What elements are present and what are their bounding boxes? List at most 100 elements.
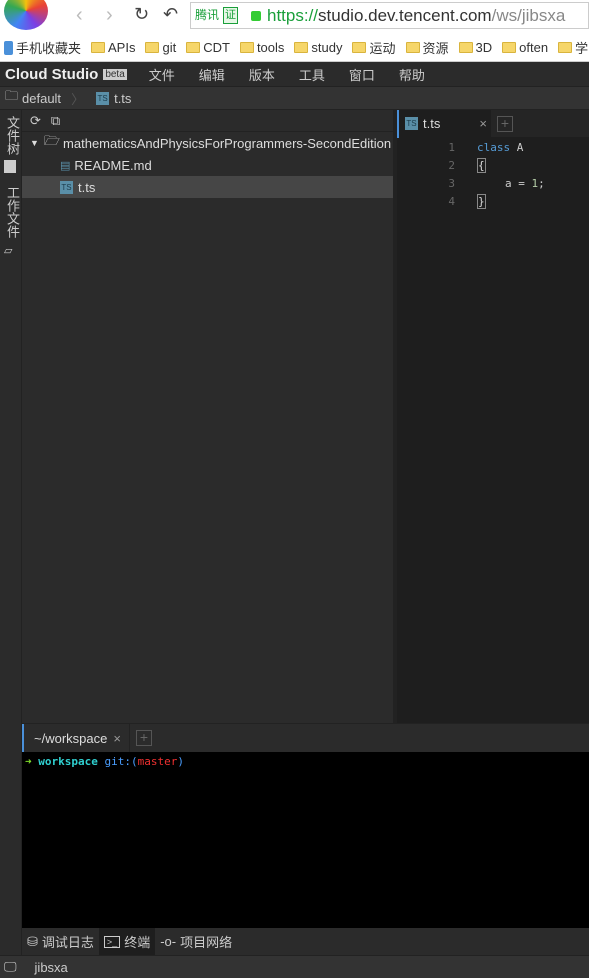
tencent-badge: 腾讯 — [195, 8, 220, 22]
folder-icon — [458, 42, 473, 53]
url-scheme: https:// — [267, 6, 319, 25]
menu-file[interactable]: 文件 — [149, 65, 175, 84]
menu-tools[interactable]: 工具 — [299, 65, 325, 84]
bookmark-item[interactable]: 手机收藏夹 — [4, 38, 81, 57]
breadcrumb-workspace[interactable]: default — [22, 91, 61, 106]
bottom-panel-tabs: ⛁ 调试日志 >_ 终端 -o- 项目网络 — [22, 928, 589, 955]
brace: } — [477, 194, 486, 209]
tab-debug-log[interactable]: ⛁ 调试日志 — [22, 928, 99, 955]
bookmark-label: 手机收藏夹 — [16, 41, 82, 56]
menu-help[interactable]: 帮助 — [399, 65, 425, 84]
keyword: class — [477, 141, 511, 154]
editor: TS t.ts × + 1 2 3 4 class A { a = 1; } — [397, 109, 589, 723]
url-path: /ws/jibsxa — [491, 6, 566, 25]
tab-label: 调试日志 — [41, 935, 94, 950]
bookmark-item[interactable]: 运动 — [352, 38, 396, 57]
bookmark-item[interactable]: 学 — [558, 38, 588, 57]
prompt-git: git:( — [104, 755, 138, 768]
bookmark-item[interactable]: 3D — [458, 38, 492, 57]
bookmark-label: APIs — [108, 40, 136, 55]
prompt-dir: workspace — [38, 755, 98, 768]
editor-tab[interactable]: TS t.ts × — [397, 109, 491, 138]
url-host: studio.dev.tencent.com — [318, 6, 492, 25]
lock-icon — [251, 11, 261, 21]
ts-file-icon: TS — [96, 91, 110, 105]
menu-window[interactable]: 窗口 — [349, 65, 375, 84]
line-number: 3 — [448, 177, 455, 190]
bookmark-label: 运动 — [369, 41, 396, 56]
bookmark-label: often — [519, 40, 549, 55]
working-files-icon: ▱ — [4, 245, 13, 257]
tab-label: 项目网络 — [180, 935, 233, 950]
tab-terminal[interactable]: >_ 终端 — [98, 928, 156, 955]
browser-chrome: ‹ › ↻ ↶ 腾讯 证 https://studio.dev.tencent.… — [0, 0, 589, 62]
bookmark-label: CDT — [203, 40, 230, 55]
bookmark-item[interactable]: git — [145, 38, 176, 57]
markdown-file-icon: ▤ — [60, 159, 71, 172]
folder-icon — [558, 42, 573, 53]
bookmarks-bar: 手机收藏夹 APIs git CDT tools study 运动 资源 3D often 学 — [4, 38, 588, 57]
tab-label: t.ts — [423, 116, 441, 131]
network-icon: -o- — [160, 934, 177, 949]
address-bar[interactable]: 腾讯 证 https://studio.dev.tencent.com/ws/j… — [190, 2, 589, 29]
forward-icon[interactable]: › — [106, 4, 113, 27]
new-tab-icon[interactable]: + — [497, 115, 513, 132]
prompt-git-close: ) — [177, 755, 184, 768]
line-number: 1 — [448, 141, 455, 154]
bookmark-item[interactable]: tools — [239, 38, 285, 57]
bookmark-label: tools — [256, 40, 285, 55]
folder-open-icon: 🗁 — [43, 133, 61, 148]
tree-file-readme[interactable]: ▤ README.md — [22, 154, 393, 176]
prompt-branch: master — [137, 755, 178, 768]
close-icon[interactable]: × — [113, 731, 121, 746]
new-terminal-icon[interactable]: + — [135, 730, 152, 746]
browser-logo — [4, 0, 48, 30]
line-number: 4 — [448, 195, 455, 208]
menu-version[interactable]: 版本 — [249, 65, 275, 84]
folder-icon — [352, 42, 367, 53]
bookmark-label: git — [162, 40, 177, 55]
menubar: Cloud Studio beta 文件 编辑 版本 工具 窗口 帮助 — [0, 63, 589, 87]
tab-project-network[interactable]: -o- 项目网络 — [155, 928, 237, 955]
menu-edit[interactable]: 编辑 — [199, 65, 225, 84]
bookmark-item[interactable]: often — [502, 38, 548, 57]
bookmark-item[interactable]: APIs — [91, 38, 135, 57]
file-name: README.md — [74, 157, 152, 173]
file-name: t.ts — [78, 179, 96, 195]
brace: { — [477, 158, 486, 173]
reload-icon[interactable]: ↻ — [134, 4, 149, 25]
terminal-tab[interactable]: ~/workspace × — [22, 723, 130, 753]
folder-icon — [145, 42, 160, 53]
brand: Cloud Studio — [5, 66, 99, 83]
ts-file-icon: TS — [60, 180, 73, 194]
code-text: a = — [505, 177, 532, 190]
terminal[interactable]: ➜ workspace git:(master) — [22, 752, 589, 928]
code-text: ; — [538, 177, 545, 190]
tree-folder[interactable]: ▼ 🗁 mathematicsAndPhysicsForProgrammers-… — [22, 132, 393, 154]
tab-label: ~/workspace — [34, 730, 108, 746]
undo-icon[interactable]: ↶ — [163, 4, 178, 25]
refresh-icon[interactable]: ⟳ — [30, 113, 41, 129]
identifier: A — [516, 141, 524, 154]
bookmark-item[interactable]: CDT — [186, 38, 230, 57]
sidebar-tab-working-files[interactable]: 工作文件 — [3, 186, 22, 238]
bookmark-label: 学 — [575, 41, 589, 56]
beta-badge: beta — [103, 69, 127, 80]
back-icon[interactable]: ‹ — [76, 4, 83, 27]
folder-name: mathematicsAndPhysicsForProgrammers-Seco… — [63, 135, 392, 151]
binoculars-icon: ⛁ — [27, 933, 38, 949]
bookmark-label: 资源 — [422, 41, 449, 56]
close-icon[interactable]: × — [479, 116, 487, 131]
bookmark-label: study — [311, 40, 343, 55]
collapse-all-icon[interactable]: ⧉ — [51, 113, 60, 129]
breadcrumb-file[interactable]: t.ts — [114, 91, 131, 106]
cert-badge: 证 — [223, 7, 238, 24]
sidebar-tab-file-tree[interactable]: 文件树 — [3, 116, 22, 155]
tree-file-ts[interactable]: TS t.ts — [22, 176, 393, 198]
bookmark-item[interactable]: 资源 — [405, 38, 449, 57]
caret-down-icon: ▼ — [30, 138, 39, 148]
bookmark-item[interactable]: study — [294, 38, 342, 57]
breadcrumb: 🗀 default 〉 TS t.ts — [0, 87, 589, 110]
terminal-tabs: ~/workspace × + — [22, 723, 589, 753]
folder-icon — [502, 42, 517, 53]
